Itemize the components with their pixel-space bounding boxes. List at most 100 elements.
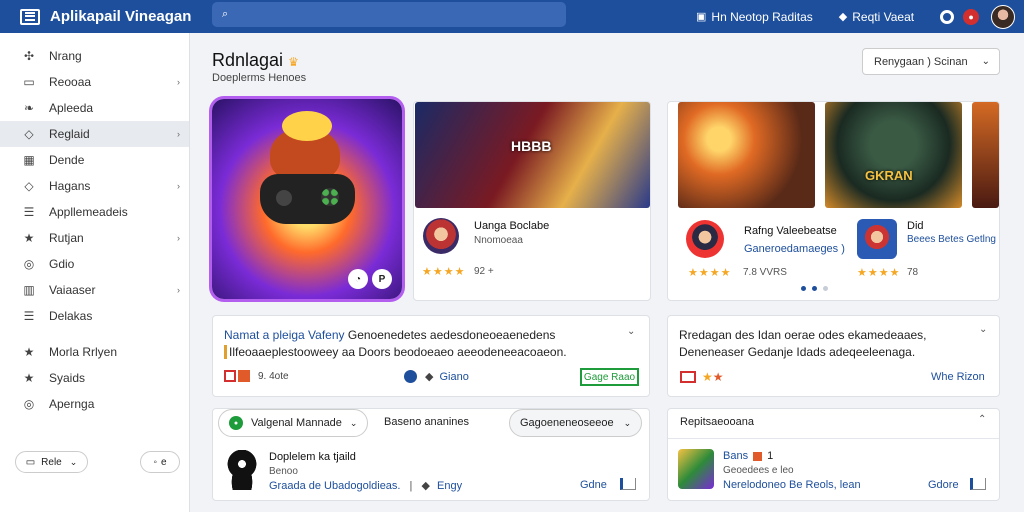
- list-item-link[interactable]: Engy: [437, 480, 462, 492]
- page-subtitle: Doeplerms Henoes: [212, 72, 307, 84]
- gamepad-icon: [260, 174, 355, 224]
- carousel-dot[interactable]: [823, 286, 828, 291]
- sidebar-item[interactable]: ◎ Apernga: [0, 391, 189, 417]
- hero-badges: ◔ P: [348, 269, 392, 289]
- top-link-2[interactable]: ◆ Reqti Vaeat: [839, 10, 914, 24]
- sidebar-item[interactable]: ✣ Nrang: [0, 43, 189, 69]
- menu-icon[interactable]: [20, 8, 40, 25]
- promo-link[interactable]: ◆ Giano: [404, 370, 469, 383]
- divider: |: [409, 480, 413, 492]
- featured-card-1-banner-text: HBBB: [511, 138, 552, 154]
- star-icon: ★: [23, 345, 35, 359]
- search-icon: ⌕: [222, 8, 229, 20]
- sidebar-item[interactable]: ❧ Apleeda: [0, 95, 189, 121]
- sidebar-toggle-label: e: [160, 456, 167, 468]
- filter-pill-1-label: Valgenal Mannade: [251, 417, 342, 429]
- carousel-dots[interactable]: [801, 286, 828, 291]
- sidebar-item[interactable]: ▦ Dende: [0, 147, 189, 173]
- top-link-1[interactable]: ▣ Hn Neotop Raditas: [696, 10, 813, 24]
- featured-card-1-icon: [423, 218, 459, 254]
- crown-icon: ♛: [288, 55, 299, 69]
- featured-card-2-rating: 7.8 VVRS: [743, 267, 787, 278]
- filter-pill-1[interactable]: ● Valgenal Mannade ⌄: [218, 409, 369, 437]
- featured-card-3-sub: Beees Betes Getlng: [907, 234, 996, 245]
- sidebar-item[interactable]: ◇ Reglaid ›: [0, 121, 189, 147]
- sidebar-item[interactable]: ★ Syaids: [0, 365, 189, 391]
- sidebar-item-label: Syaids: [49, 371, 86, 385]
- search-input[interactable]: [236, 7, 537, 22]
- sidebar-item-label: Nrang: [49, 49, 82, 63]
- featured-card-3-banner-text: GKRAN: [865, 168, 913, 183]
- avatar[interactable]: [991, 4, 1016, 29]
- sidebar-item-label: Vaiaaser: [49, 283, 96, 297]
- top-link-1-label: Hn Neotop Raditas: [711, 9, 813, 24]
- filter-icon: ▭: [25, 456, 36, 468]
- chevron-right-icon: ›: [177, 129, 180, 139]
- sidebar-item[interactable]: ★ Rutjan ›: [0, 225, 189, 251]
- list-icon: ☰: [23, 205, 35, 219]
- featured-card-3-stars: ★★★★: [857, 267, 901, 279]
- featured-card-1-stars: ★★★★: [422, 266, 466, 278]
- chevron-right-icon: ›: [177, 77, 180, 87]
- chevron-up-icon[interactable]: ⌃: [978, 414, 986, 425]
- list-item-action[interactable]: Gdne: [580, 479, 607, 491]
- side-list-action[interactable]: Gdore: [928, 479, 959, 491]
- promo-title-blue: Namat a pleiga Vafeny: [224, 328, 345, 342]
- sidebar-item[interactable]: ▭ Reooaa ›: [0, 69, 189, 95]
- sort-select-value: Renygaan ) Scinan: [874, 55, 968, 68]
- info-text-2: Deneneaser Gedanje Idads adeqeeleenaga.: [679, 345, 916, 359]
- pin-icon: ◎: [23, 397, 35, 411]
- carousel-dot[interactable]: [812, 286, 817, 291]
- featured-card-2-banner[interactable]: [678, 102, 815, 208]
- status-icon[interactable]: [940, 9, 955, 24]
- chevron-right-icon: ›: [177, 181, 180, 191]
- sidebar-item[interactable]: ◇ Hagans ›: [0, 173, 189, 199]
- featured-card-4-banner[interactable]: [972, 102, 999, 208]
- side-list-detail: Nerelodoneo Be Reols, lean: [723, 479, 861, 491]
- side-list-count: 1: [767, 450, 774, 462]
- chevron-down-icon: ⌄: [69, 456, 78, 467]
- badge-red-icon: [224, 370, 236, 382]
- hero-hat: [282, 111, 332, 141]
- info-link[interactable]: Whe Rizon: [931, 371, 985, 383]
- sidebar-item-label: Rutjan: [49, 231, 84, 245]
- carousel-dot[interactable]: [801, 286, 806, 291]
- search-bar[interactable]: ⌕: [212, 2, 566, 27]
- bookmark-icon[interactable]: [620, 478, 636, 490]
- chevron-down-icon[interactable]: ⌄: [979, 324, 987, 335]
- notification-icon[interactable]: ●: [963, 8, 980, 25]
- badge-red-icon: [680, 371, 696, 383]
- sidebar-item[interactable]: ▥ Vaiaaser ›: [0, 277, 189, 303]
- sidebar-toggle-button[interactable]: ◦ e: [140, 451, 180, 473]
- promo-link-label: Giano: [439, 370, 469, 383]
- sidebar-item[interactable]: ☰ Delakas: [0, 303, 189, 329]
- chevron-down-icon[interactable]: ⌄: [627, 326, 635, 337]
- star-icon: ★: [23, 231, 35, 245]
- sidebar-item[interactable]: ◎ Gdio: [0, 251, 189, 277]
- promo-action-button[interactable]: Gage Raao: [580, 368, 639, 386]
- sidebar-item-label: Apleeda: [49, 101, 94, 115]
- filter-label: Baseno ananines: [384, 416, 470, 428]
- sidebar-item-label: Reglaid: [49, 127, 90, 141]
- info-text-1: Rredagan des Idan oerae odes ekamedeaaes…: [679, 328, 927, 342]
- featured-hero-image[interactable]: ◔ P: [212, 99, 402, 299]
- filter-pill-2[interactable]: Gagoeneneoseeoe ⌄: [509, 409, 643, 437]
- featured-card-2-title: Rafng Valeebeatse: [744, 225, 837, 237]
- chevron-down-icon: ⌄: [623, 417, 632, 428]
- sidebar-filter-button[interactable]: ▭ Rele ⌄: [15, 451, 88, 473]
- side-list-icon: [678, 449, 714, 489]
- sidebar-item[interactable]: ★ Morla Rrlyen: [0, 339, 189, 365]
- sort-select[interactable]: Renygaan ) Scinan ⌄: [862, 48, 1000, 75]
- sidebar-item[interactable]: ☰ Appllemeadeis: [0, 199, 189, 225]
- chat-icon: [404, 370, 417, 383]
- store-badge-icon: ◔: [348, 269, 368, 289]
- badge-orange-icon: [238, 370, 250, 382]
- bookmark-icon[interactable]: [970, 478, 986, 490]
- star-icon: ★: [702, 370, 713, 384]
- chart-icon: ▥: [23, 283, 35, 297]
- promo-title: Namat a pleiga Vafeny Genoenedetes aedes…: [224, 328, 555, 342]
- sidebar-item-label: Appllemeadeis: [49, 205, 128, 219]
- featured-card-3-banner[interactable]: GKRAN: [825, 102, 962, 208]
- grid-icon: ▦: [23, 153, 35, 167]
- promo-meta: 9. 4ote: [224, 370, 289, 382]
